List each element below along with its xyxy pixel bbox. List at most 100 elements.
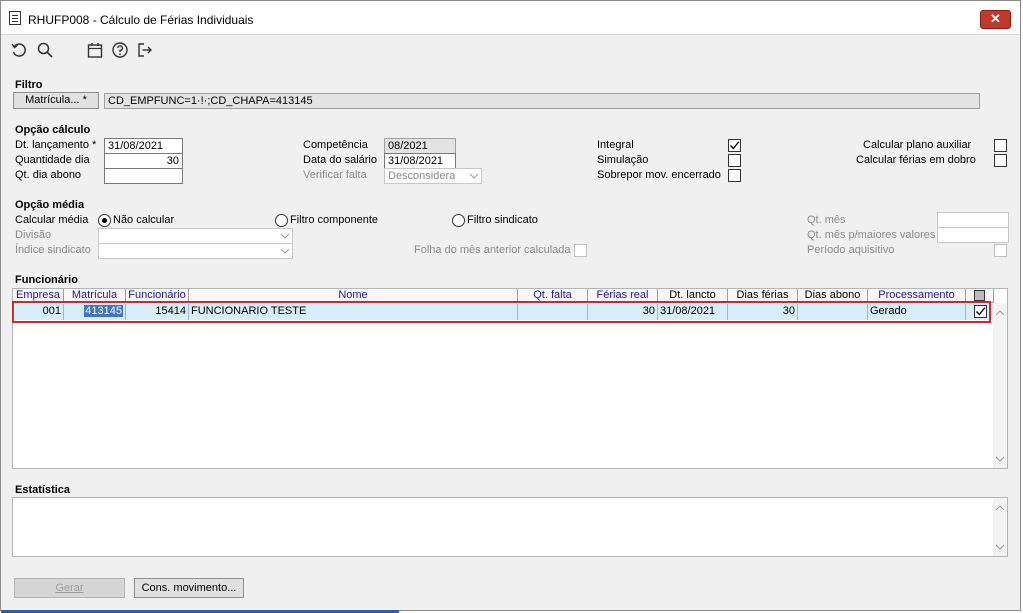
plano-auxiliar-checkbox[interactable] — [994, 139, 1007, 152]
row-checkbox[interactable] — [974, 305, 987, 318]
chevron-down-icon — [281, 233, 289, 239]
chevron-down-icon[interactable] — [996, 455, 1004, 463]
qt-mes-label: Qt. mês — [807, 214, 846, 226]
dt-lancamento-input[interactable]: 31/08/2021 — [104, 138, 183, 154]
competencia-field: 08/2021 — [384, 138, 456, 154]
sobrepor-label: Sobrepor mov. encerrado — [597, 169, 721, 181]
close-button[interactable]: ✕ — [980, 10, 1011, 29]
radio-filtro-sindicato-label: Filtro sindicato — [467, 214, 538, 226]
data-salario-input[interactable]: 31/08/2021 — [384, 153, 456, 169]
radio-filtro-componente-label: Filtro componente — [290, 214, 379, 226]
cell-matricula-value: 413145 — [84, 305, 123, 317]
col-processamento[interactable]: Processamento — [868, 289, 966, 303]
matricula-button[interactable]: Matrícula... * — [13, 92, 99, 109]
cell-matricula[interactable]: 413145 — [64, 304, 126, 320]
folha-mes-anterior-checkbox[interactable] — [574, 244, 587, 257]
qt-mes-maiores-label: Qt. mês p/maiores valores — [807, 229, 936, 241]
integral-checkbox[interactable] — [728, 139, 741, 152]
indice-sindicato-select[interactable] — [98, 243, 293, 259]
cell-select[interactable] — [966, 304, 993, 320]
gerar-button[interactable]: Gerar — [14, 578, 125, 598]
col-empresa[interactable]: Empresa — [13, 289, 64, 303]
filter-expression-field[interactable]: CD_EMPFUNC=1·!·;CD_CHAPA=413145 — [104, 93, 980, 109]
ferias-dobro-checkbox[interactable] — [994, 154, 1007, 167]
chevron-down-icon — [281, 248, 289, 254]
plano-auxiliar-label: Calcular plano auxiliar — [863, 139, 972, 151]
folha-mes-anterior-label: Folha do mês anterior calculada — [414, 244, 571, 256]
col-qt-falta[interactable]: Qt. falta — [518, 289, 588, 303]
qt-mes-input[interactable] — [937, 212, 1009, 228]
radio-nao-calcular[interactable] — [98, 214, 111, 227]
help-icon[interactable] — [111, 41, 129, 59]
grid-scrollbar[interactable] — [993, 303, 1007, 468]
col-dias-abono[interactable]: Dias abono — [798, 289, 868, 303]
radio-filtro-sindicato[interactable] — [452, 214, 465, 227]
toolbar — [1, 36, 1020, 66]
cons-movimento-button[interactable]: Cons. movimento... — [134, 578, 244, 598]
window-title: RHUFP008 - Cálculo de Férias Individuais — [28, 13, 254, 27]
periodo-aquisitivo-checkbox[interactable] — [994, 244, 1007, 257]
col-dt-lancto[interactable]: Dt. lancto — [658, 289, 728, 303]
radio-filtro-componente[interactable] — [275, 214, 288, 227]
table-row[interactable]: 001 413145 15414 FUNCIONARIO TESTE 30 31… — [15, 304, 993, 320]
chevron-down-icon[interactable] — [996, 543, 1004, 551]
col-funcionario[interactable]: Funcionário — [126, 289, 189, 303]
qt-dia-abono-input[interactable] — [104, 168, 183, 184]
funcionario-grid: Empresa Matrícula Funcionário Nome Qt. f… — [12, 288, 1008, 469]
gerar-button-label: Gerar — [55, 582, 84, 594]
dt-lancamento-label: Dt. lançamento * — [15, 139, 97, 151]
quantidade-dia-input[interactable]: 30 — [104, 153, 183, 169]
grid-header: Empresa Matrícula Funcionário Nome Qt. f… — [13, 289, 1007, 303]
quantidade-dia-label: Quantidade dia — [15, 154, 90, 166]
simulacao-checkbox[interactable] — [728, 154, 741, 167]
cell-processamento[interactable]: Gerado — [868, 304, 966, 320]
filtro-legend: Filtro — [15, 79, 43, 91]
verificar-falta-select[interactable]: Desconsidera — [384, 168, 482, 184]
col-ferias-real[interactable]: Férias real — [588, 289, 658, 303]
col-nome[interactable]: Nome — [189, 289, 518, 303]
indice-sindicato-label: Índice sindicato — [15, 244, 91, 256]
radio-nao-calcular-label: Não calcular — [113, 214, 175, 226]
main-window: RHUFP008 - Cálculo de Férias Individuais… — [0, 0, 1021, 613]
sobrepor-checkbox[interactable] — [728, 169, 741, 182]
divisao-select[interactable] — [98, 228, 293, 244]
chevron-down-icon — [470, 173, 478, 179]
col-matricula[interactable]: Matrícula — [64, 289, 126, 303]
document-icon — [9, 11, 21, 25]
cell-nome[interactable]: FUNCIONARIO TESTE — [189, 304, 518, 320]
cell-dt-lancto[interactable]: 31/08/2021 — [658, 304, 728, 320]
estatistica-textarea[interactable] — [12, 497, 1008, 557]
opcao-calculo-legend: Opção cálculo — [15, 124, 91, 136]
simulacao-label: Simulação — [597, 154, 649, 166]
chevron-up-icon[interactable] — [996, 309, 1004, 317]
calendar-icon[interactable] — [86, 41, 104, 59]
data-salario-label: Data do salário — [303, 154, 377, 166]
select-all-checkbox[interactable] — [974, 290, 985, 301]
cell-qt-falta[interactable] — [518, 304, 588, 320]
cell-ferias-real[interactable]: 30 — [588, 304, 658, 320]
cell-dias-abono[interactable] — [798, 304, 868, 320]
search-icon[interactable] — [36, 41, 54, 59]
col-dias-ferias[interactable]: Dias férias — [728, 289, 798, 303]
cell-dias-ferias[interactable]: 30 — [728, 304, 798, 320]
exit-icon[interactable] — [136, 41, 154, 59]
estatistica-scrollbar[interactable] — [993, 498, 1007, 556]
cell-empresa[interactable]: 001 — [15, 304, 64, 320]
ferias-dobro-label: Calcular férias em dobro — [856, 154, 976, 166]
refresh-icon[interactable] — [10, 41, 28, 59]
verificar-falta-value: Desconsidera — [388, 170, 456, 182]
qt-mes-maiores-input[interactable] — [937, 227, 1009, 243]
checkmark-icon — [730, 141, 740, 150]
qt-dia-abono-label: Qt. dia abono — [15, 169, 82, 181]
periodo-aquisitivo-label: Período aquisitivo — [807, 244, 895, 256]
title-bar: RHUFP008 - Cálculo de Férias Individuais… — [1, 1, 1020, 35]
cell-funcionario[interactable]: 15414 — [126, 304, 189, 320]
verificar-falta-label: Verificar falta — [303, 169, 367, 181]
funcionario-legend: Funcionário — [15, 274, 78, 286]
divisao-label: Divisão — [15, 229, 52, 241]
opcao-media-legend: Opção média — [15, 199, 85, 211]
chevron-up-icon[interactable] — [996, 504, 1004, 512]
estatistica-legend: Estatística — [15, 484, 71, 496]
col-select-all[interactable] — [966, 289, 994, 303]
competencia-label: Competência — [303, 139, 368, 151]
